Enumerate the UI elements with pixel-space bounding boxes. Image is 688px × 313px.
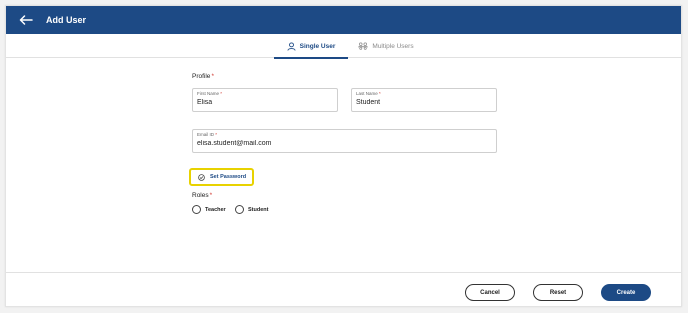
arrow-left-icon bbox=[19, 15, 33, 25]
email-label: Email ID * bbox=[197, 132, 218, 137]
tab-multiple-users[interactable]: Multiple Users bbox=[354, 34, 418, 58]
email-input[interactable] bbox=[197, 140, 492, 147]
role-teacher-radio[interactable]: Teacher bbox=[192, 205, 226, 214]
role-student-radio[interactable]: Student bbox=[235, 205, 268, 214]
required-marker: * bbox=[209, 192, 213, 199]
reset-button[interactable]: Reset bbox=[533, 284, 583, 301]
tab-multiple-users-label: Multiple Users bbox=[372, 42, 414, 50]
last-name-label: Last Name * bbox=[356, 91, 381, 96]
first-name-field[interactable]: First Name * bbox=[192, 88, 338, 112]
set-password-label: Set Password bbox=[210, 174, 247, 180]
roles-label: Roles bbox=[192, 192, 209, 199]
radio-circle[interactable] bbox=[192, 205, 201, 214]
page-title: Add User bbox=[46, 15, 87, 25]
cancel-button[interactable]: Cancel bbox=[465, 284, 515, 301]
profile-section-label: Profile* bbox=[192, 73, 214, 80]
required-marker: * bbox=[211, 73, 214, 80]
user-icon bbox=[287, 41, 296, 51]
first-name-input[interactable] bbox=[197, 99, 333, 106]
add-user-window: Add User Single User Multiple Users Prof… bbox=[5, 5, 682, 307]
footer-bar: Cancel Reset Create bbox=[6, 272, 681, 308]
roles-section-label: Roles* bbox=[192, 192, 212, 199]
users-icon bbox=[358, 42, 369, 51]
last-name-field[interactable]: Last Name * bbox=[351, 88, 497, 112]
profile-label: Profile bbox=[192, 73, 211, 80]
email-field[interactable]: Email ID * bbox=[192, 129, 497, 153]
radio-circle[interactable] bbox=[235, 205, 244, 214]
create-button[interactable]: Create bbox=[601, 284, 651, 301]
role-teacher-label: Teacher bbox=[205, 206, 226, 213]
tab-bar: Single User Multiple Users bbox=[6, 34, 681, 59]
last-name-input[interactable] bbox=[356, 99, 492, 106]
back-button[interactable] bbox=[16, 10, 36, 30]
check-circle-icon bbox=[198, 173, 205, 181]
set-password-button[interactable]: Set Password bbox=[189, 168, 254, 186]
role-student-label: Student bbox=[248, 206, 269, 213]
header-bar: Add User bbox=[6, 6, 681, 34]
first-name-label: First Name * bbox=[197, 91, 223, 96]
tab-single-user-label: Single User bbox=[299, 42, 336, 50]
tab-single-user[interactable]: Single User bbox=[274, 34, 348, 59]
